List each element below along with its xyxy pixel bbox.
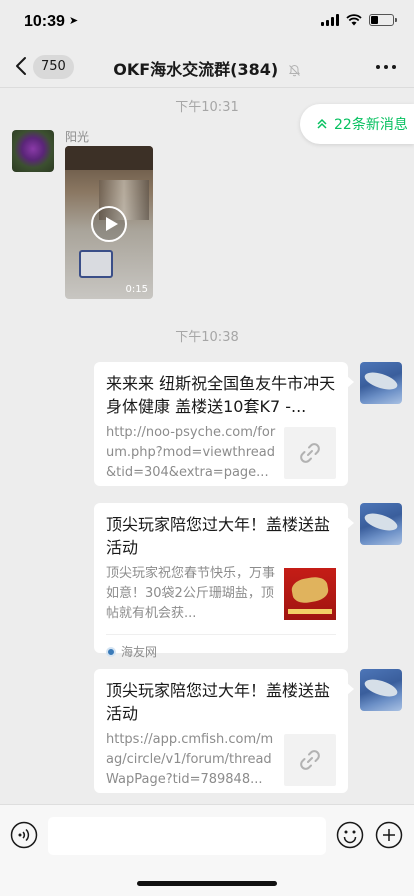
voice-input-icon[interactable]: [10, 821, 38, 849]
input-bar: [0, 804, 414, 896]
my-avatar[interactable]: [360, 503, 402, 545]
video-message[interactable]: 0:15: [65, 146, 153, 299]
new-messages-button[interactable]: 22条新消息: [300, 104, 414, 144]
article-card-body: 顶尖玩家祝您春节快乐，万事如意！30袋2公斤珊瑚盐，顶帖就有机会获...: [106, 564, 336, 624]
my-avatar[interactable]: [360, 362, 402, 404]
link-card[interactable]: 来来来 纽斯祝全国鱼友牛市冲天 身体健康 盖楼送10套K7 -... http:…: [94, 362, 354, 486]
nav-bar: 750 OKF海水交流群(384): [0, 46, 414, 88]
source-name: 海友网: [121, 645, 158, 659]
link-card-title: 顶尖玩家陪您过大年！盖楼送盐活动: [106, 681, 331, 723]
home-indicator: [137, 881, 277, 886]
battery-level: [371, 16, 379, 24]
article-card-title: 顶尖玩家陪您过大年！盖楼送盐活动: [106, 515, 331, 557]
video-scene-ceiling: [65, 146, 153, 170]
double-chevron-up-icon: [317, 118, 327, 129]
link-card-url: http://noo-psyche.com/forum.php?mod=view…: [106, 425, 276, 480]
source-logo-icon: [106, 646, 116, 657]
my-avatar[interactable]: [360, 669, 402, 711]
chat-title-text: OKF海水交流群(384): [113, 60, 279, 79]
wifi-icon: [346, 14, 362, 26]
link-card-title: 来来来 纽斯祝全国鱼友牛市冲天 身体健康 盖楼送10套K7 -...: [106, 374, 336, 416]
video-scene-cart: [79, 250, 113, 278]
more-options-icon[interactable]: [376, 65, 396, 69]
mute-bell-icon: [288, 64, 300, 77]
link-card[interactable]: 顶尖玩家陪您过大年！盖楼送盐活动 https://app.cmfish.com/…: [94, 669, 354, 793]
article-card[interactable]: 顶尖玩家陪您过大年！盖楼送盐活动 顶尖玩家祝您春节快乐，万事如意！30袋2公斤珊…: [94, 503, 354, 659]
cellular-signal-icon: [321, 14, 339, 26]
link-thumbnail: [284, 734, 336, 786]
sender-name: 阳光: [65, 130, 90, 144]
status-time: 10:39: [24, 13, 65, 30]
status-icons: [321, 14, 397, 26]
new-messages-label: 22条新消息: [334, 117, 408, 133]
link-thumbnail: [284, 427, 336, 479]
message-input[interactable]: [48, 817, 326, 855]
chat-title: OKF海水交流群(384): [0, 56, 414, 80]
link-card-body: https://app.cmfish.com/mag/circle/v1/for…: [106, 730, 336, 790]
message-timestamp: 下午10:38: [175, 330, 239, 345]
play-icon[interactable]: [91, 206, 127, 242]
article-source: 海友网: [106, 634, 336, 660]
article-card-desc: 顶尖玩家祝您春节快乐，万事如意！30袋2公斤珊瑚盐，顶帖就有机会获...: [106, 566, 276, 621]
status-bar: 10:39 ➤: [0, 0, 414, 46]
link-card-url: https://app.cmfish.com/mag/circle/v1/for…: [106, 732, 274, 787]
video-duration: 0:15: [125, 284, 148, 295]
article-thumbnail: [284, 568, 336, 620]
link-card-body: http://noo-psyche.com/forum.php?mod=view…: [106, 423, 336, 483]
emoji-icon[interactable]: [336, 821, 364, 849]
plus-icon[interactable]: [375, 821, 403, 849]
link-icon: [300, 750, 320, 770]
location-arrow-icon: ➤: [69, 14, 79, 27]
battery-icon: [369, 14, 397, 26]
sender-avatar[interactable]: [12, 130, 54, 172]
link-icon: [300, 443, 320, 463]
